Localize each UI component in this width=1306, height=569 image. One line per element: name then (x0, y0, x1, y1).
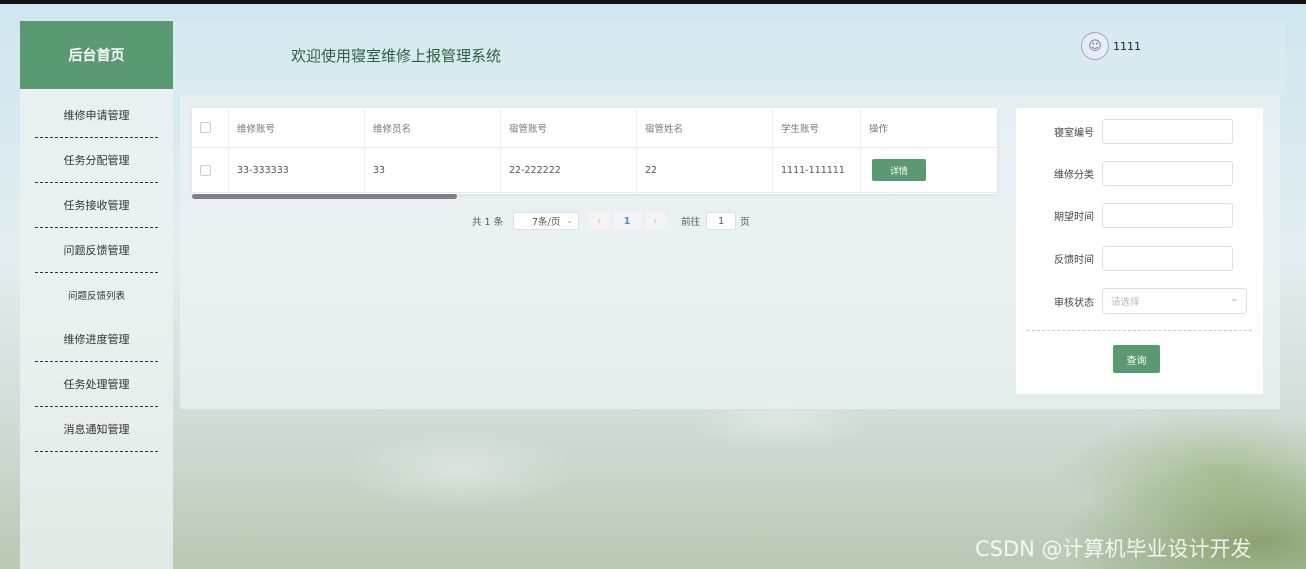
room-number-input[interactable] (1102, 119, 1233, 144)
page-title: 欢迎使用寝室维修上报管理系统 (291, 47, 502, 65)
goto-label: 前往 (681, 217, 701, 228)
window-top-edge (0, 0, 1306, 4)
select-all-checkbox[interactable] (200, 122, 211, 133)
page-size-select[interactable]: 7条/页 ⌄ (513, 212, 580, 230)
goto-page-input[interactable]: 1 (706, 212, 737, 230)
table-header-row: 维修账号 维修员名 宿管账号 宿管姓名 学生账号 操作 (192, 108, 997, 148)
sidebar-item-repair-progress[interactable]: 维修进度管理 (35, 317, 158, 362)
header: 欢迎使用寝室维修上报管理系统 ☺ 1111 (173, 21, 1285, 95)
data-table: 维修账号 维修员名 宿管账号 宿管姓名 学生账号 操作 33-333333 33… (192, 108, 997, 194)
table-horizontal-scrollbar[interactable] (192, 194, 457, 199)
column-header: 维修员名 (365, 108, 501, 147)
username[interactable]: 1111 (1113, 40, 1141, 53)
avatar[interactable]: ☺ (1081, 32, 1109, 60)
table-cell: 22-222222 (501, 148, 637, 192)
search-row-expected-time: 期望时间 (1016, 203, 1233, 228)
table-cell: 33 (365, 148, 501, 192)
chevron-left-icon: ‹ (597, 215, 602, 227)
feedback-time-label: 反馈时间 (1054, 255, 1094, 266)
page-size-value: 7条/页 (531, 217, 561, 228)
room-number-label: 寝室编号 (1054, 128, 1094, 139)
column-header: 学生账号 (773, 108, 861, 147)
sidebar-home-link[interactable]: 后台首页 (20, 21, 173, 89)
sidebar-item-task-process[interactable]: 任务处理管理 (35, 362, 158, 407)
chevron-down-icon: ⌄ (1230, 294, 1238, 304)
sidebar-item-notifications[interactable]: 消息通知管理 (35, 407, 158, 452)
total-count: 共 1 条 (472, 217, 504, 228)
search-row-status: 审核状态 请选择 ⌄ (1016, 288, 1247, 314)
feedback-time-input[interactable] (1102, 246, 1233, 271)
repair-category-label: 维修分类 (1054, 170, 1094, 181)
column-header: 宿管账号 (501, 108, 637, 147)
repair-category-input[interactable] (1102, 161, 1233, 186)
page-number-current[interactable]: 1 (613, 212, 642, 230)
chevron-down-icon: ⌄ (566, 216, 574, 225)
search-row-room: 寝室编号 (1016, 119, 1233, 144)
expected-time-label: 期望时间 (1054, 212, 1094, 223)
sidebar-item-task-receive[interactable]: 任务接收管理 (35, 183, 158, 228)
column-header: 宿管姓名 (637, 108, 773, 147)
chevron-right-icon: › (653, 215, 658, 227)
query-button[interactable]: 查询 (1113, 345, 1160, 373)
watermark-text: CSDN @计算机毕业设计开发 (975, 537, 1252, 561)
pagination: 共 1 条 7条/页 ⌄ ‹ 1 › 前往 1 页 (472, 211, 750, 231)
search-row-category: 维修分类 (1016, 161, 1233, 186)
select-all-cell (192, 108, 229, 147)
review-status-placeholder: 请选择 (1111, 297, 1140, 308)
expected-time-input[interactable] (1102, 203, 1233, 228)
search-panel: 寝室编号 维修分类 期望时间 反馈时间 审核状态 请选择 ⌄ 查询 (1016, 108, 1263, 394)
next-page-button[interactable]: › (645, 212, 666, 230)
action-cell: 详情 (861, 148, 997, 192)
page-unit-label: 页 (740, 217, 750, 228)
form-divider (1027, 330, 1252, 331)
review-status-select[interactable]: 请选择 ⌄ (1102, 288, 1247, 314)
review-status-label: 审核状态 (1054, 297, 1094, 309)
sidebar: 后台首页 维修申请管理 任务分配管理 任务接收管理 问题反馈管理 问题反馈列表 … (20, 21, 173, 569)
sidebar-item-feedback[interactable]: 问题反馈管理 (35, 228, 158, 273)
search-row-feedback-time: 反馈时间 (1016, 246, 1233, 271)
sidebar-item-repair-request[interactable]: 维修申请管理 (35, 93, 158, 138)
table-cell: 1111-111111 (773, 148, 861, 192)
sidebar-menu: 维修申请管理 任务分配管理 任务接收管理 问题反馈管理 问题反馈列表 维修进度管… (20, 89, 173, 452)
main-content: 维修账号 维修员名 宿管账号 宿管姓名 学生账号 操作 33-333333 33… (180, 95, 1280, 409)
row-select-cell (192, 148, 229, 192)
table-cell: 33-333333 (229, 148, 365, 192)
sidebar-item-task-assign[interactable]: 任务分配管理 (35, 138, 158, 183)
detail-button[interactable]: 详情 (872, 159, 926, 181)
sidebar-subitem-feedback-list[interactable]: 问题反馈列表 (35, 273, 158, 317)
prev-page-button[interactable]: ‹ (589, 212, 610, 230)
user-icon: ☺ (1088, 38, 1102, 54)
column-header: 操作 (869, 123, 889, 135)
table-cell: 22 (637, 148, 773, 192)
column-header: 维修账号 (229, 108, 365, 147)
row-checkbox[interactable] (200, 164, 211, 176)
table-row: 33-333333 33 22-222222 22 1111-111111 详情 (192, 148, 997, 193)
